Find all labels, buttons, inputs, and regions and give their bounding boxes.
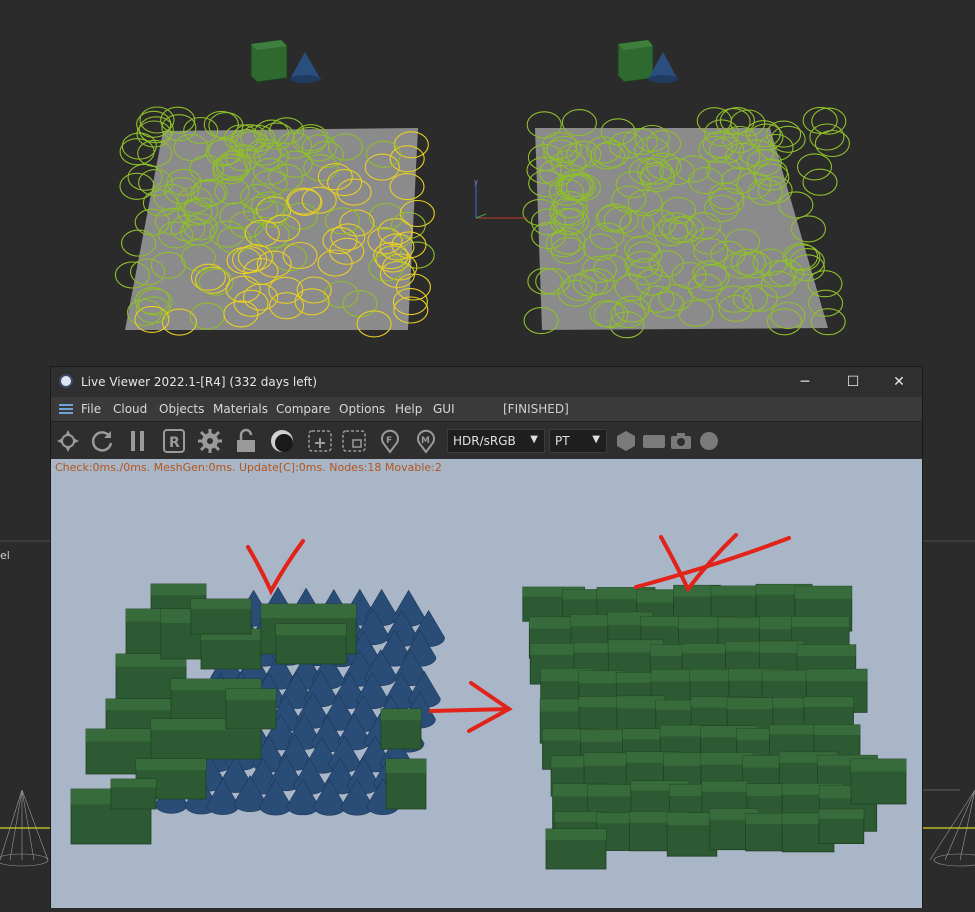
toolbar: R F M HDR/sRGB ▼ PT ▼ [51, 421, 922, 461]
cube-instance [545, 828, 607, 870]
cube-instance [385, 758, 427, 810]
maximize-button[interactable]: ☐ [839, 371, 867, 393]
lock-icon[interactable] [233, 428, 259, 454]
color-space-value: HDR/sRGB [453, 434, 516, 448]
cinema4d-app-icon [59, 374, 73, 388]
add-region-icon[interactable] [307, 428, 333, 454]
viewport-edge-label: el [0, 549, 10, 562]
cube-instance [225, 688, 277, 730]
arrow-annotation [429, 681, 513, 733]
hexagon-icon[interactable] [613, 428, 639, 454]
film-icon[interactable] [641, 428, 667, 454]
octane-logo-icon[interactable] [55, 428, 81, 454]
scatter-circle [796, 153, 833, 181]
svg-text:R: R [169, 435, 180, 451]
render-left-result [70, 583, 445, 845]
scatter-circle [809, 123, 845, 151]
focus-picker-icon[interactable]: F [377, 428, 403, 454]
cube-instance [818, 808, 865, 845]
chevron-down-icon: ▼ [592, 434, 600, 445]
hamburger-menu-icon[interactable] [59, 403, 73, 415]
render-right-result [522, 583, 907, 870]
right-scatter-plane [535, 128, 828, 330]
gear-icon[interactable] [197, 428, 223, 454]
render-view[interactable]: Check:0ms./0ms. MeshGen:0ms. Update[C]:0… [51, 459, 922, 908]
r-icon[interactable]: R [161, 428, 187, 454]
svg-text:y: y [474, 178, 478, 186]
cube-instance [110, 778, 157, 810]
cube-instance [200, 628, 262, 670]
close-button[interactable]: ✕ [885, 371, 913, 393]
menu-materials[interactable]: Materials [213, 402, 268, 416]
wireframe-cone-right [923, 789, 975, 867]
svg-text:F: F [386, 436, 392, 446]
chevron-down-icon: ▼ [530, 434, 538, 445]
scatter-circle [802, 168, 838, 196]
cube-instance [850, 758, 907, 805]
camera-icon[interactable] [668, 428, 694, 454]
render-status: [FINISHED] [503, 402, 569, 416]
menu-help[interactable]: Help [395, 402, 422, 416]
scatter-circle [802, 106, 838, 134]
checkmark-annotation [246, 539, 305, 596]
cube-instance [190, 598, 252, 635]
minimize-button[interactable]: ─ [791, 371, 819, 393]
wireframe-cone-left [0, 789, 50, 867]
color-space-select[interactable]: HDR/sRGB ▼ [447, 429, 545, 453]
cube-instance [380, 708, 422, 750]
live-viewer-window[interactable]: Live Viewer 2022.1-[R4] (332 days left) … [50, 366, 923, 908]
material-picker-icon[interactable]: M [413, 428, 439, 454]
scatter-circle [119, 138, 155, 166]
menu-objects[interactable]: Objects [159, 402, 204, 416]
right-emitter-objects [617, 39, 678, 83]
render-mode-value: PT [555, 434, 570, 448]
render-image [70, 533, 907, 870]
scatter-circle [814, 129, 850, 158]
scatter-circle [121, 132, 157, 160]
refresh-icon[interactable] [89, 428, 115, 454]
menu-bar: File Cloud Objects Materials Compare Opt… [51, 397, 922, 421]
left-emitter-objects [250, 39, 321, 83]
menu-gui[interactable]: GUI [433, 402, 455, 416]
cube-instance [275, 623, 347, 665]
scatter-circle [811, 107, 847, 135]
region-icon[interactable] [341, 428, 367, 454]
menu-file[interactable]: File [81, 402, 101, 416]
menu-options[interactable]: Options [339, 402, 385, 416]
circle-icon[interactable] [696, 428, 722, 454]
menu-cloud[interactable]: Cloud [113, 402, 147, 416]
axis-gizmo: y [474, 178, 527, 219]
menu-compare[interactable]: Compare [276, 402, 330, 416]
window-title: Live Viewer 2022.1-[R4] (332 days left) [81, 375, 318, 389]
window-titlebar[interactable]: Live Viewer 2022.1-[R4] (332 days left) … [51, 367, 922, 397]
scatter-circle [119, 172, 155, 200]
pause-icon[interactable] [125, 428, 151, 454]
cross-annotation [634, 533, 791, 593]
sphere-icon[interactable] [269, 428, 295, 454]
svg-text:M: M [421, 436, 430, 446]
render-mode-select[interactable]: PT ▼ [549, 429, 607, 453]
